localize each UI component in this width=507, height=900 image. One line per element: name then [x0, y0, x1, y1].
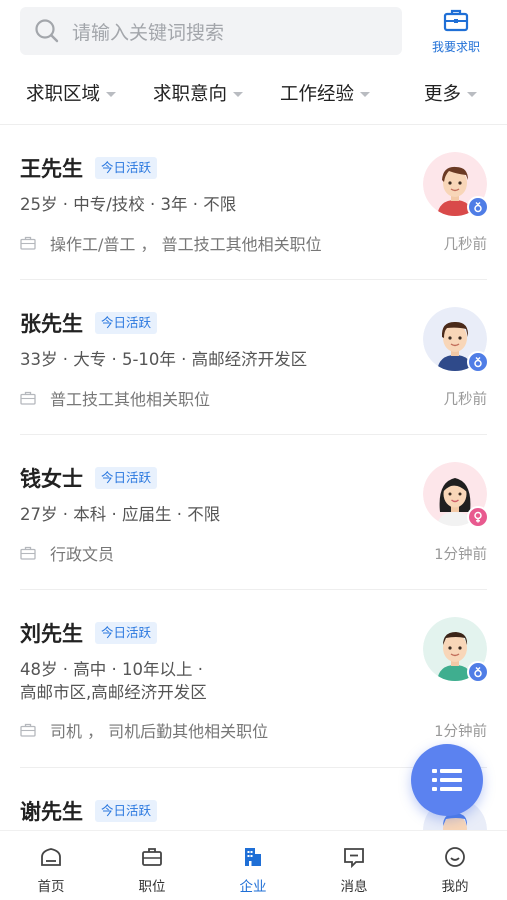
name-row: 张先生 今日活跃 [20, 308, 158, 338]
active-badge: 今日活跃 [95, 622, 158, 644]
name-row: 王先生 今日活跃 [20, 153, 158, 183]
tab-messages[interactable]: 消息 [314, 845, 394, 895]
briefcase-icon [142, 848, 162, 866]
filter-intention[interactable]: 求职意向 [153, 80, 244, 106]
name-row: 钱女士 今日活跃 [20, 463, 158, 493]
post-job-button[interactable]: 我要求职 [424, 8, 488, 58]
active-badge: 今日活跃 [95, 157, 158, 179]
briefcase-icon [20, 546, 36, 560]
avatar [423, 617, 489, 683]
male-icon [467, 351, 489, 373]
job-title: 普工技工其他相关职位 [50, 390, 211, 409]
candidate-name: 刘先生 [20, 622, 83, 646]
job-title: 司机 ， 司机后勤其他相关职位 [50, 722, 269, 741]
last-active-time: 1分钟前 [434, 547, 487, 563]
top-bar: 请输入关键词搜索 我要求职 [0, 0, 507, 64]
briefcase-icon [20, 723, 36, 737]
search-input[interactable]: 请输入关键词搜索 [20, 7, 402, 55]
search-placeholder: 请输入关键词搜索 [72, 21, 225, 44]
tab-label: 职位 [138, 879, 166, 895]
tab-label: 消息 [340, 879, 368, 895]
tab-home[interactable]: 首页 [11, 845, 91, 895]
briefcase-icon [443, 9, 469, 32]
candidate-name: 钱女士 [20, 467, 83, 491]
home-icon [41, 848, 61, 866]
candidate-card[interactable]: 钱女士 今日活跃 27岁 · 本科 · 应届生 · 不限 行政文员 1分钟前 [0, 435, 507, 590]
tab-label: 首页 [37, 879, 65, 895]
name-row: 谢先生 今日活跃 [20, 796, 158, 826]
job-title: 行政文员 [50, 545, 115, 564]
active-badge: 今日活跃 [95, 800, 158, 822]
search-icon [35, 19, 59, 43]
job-row: 行政文员 [20, 541, 114, 565]
filter-experience[interactable]: 工作经验 [280, 80, 371, 106]
candidate-meta: 25岁 · 中专/技校 · 3年 · 不限 [20, 195, 237, 214]
candidate-card[interactable]: 刘先生 今日活跃 48岁 · 高中 · 10年以上 · 高邮市区,高邮经济开发区… [0, 590, 507, 768]
message-icon [344, 848, 364, 869]
name-row: 刘先生 今日活跃 [20, 618, 158, 648]
post-job-label: 我要求职 [431, 40, 480, 54]
filter-label: 求职区域 [26, 84, 101, 105]
job-row: 操作工/普工 ， 普工技工其他相关职位 [20, 231, 322, 255]
job-title: 操作工/普工 ， 普工技工其他相关职位 [50, 235, 322, 254]
active-badge: 今日活跃 [95, 312, 158, 334]
male-icon [467, 661, 489, 683]
last-active-time: 1分钟前 [434, 724, 487, 740]
filter-bar: 求职区域 求职意向 工作经验 更多 [0, 72, 507, 116]
tab-jobs[interactable]: 职位 [112, 845, 192, 895]
filter-label: 更多 [424, 84, 462, 105]
candidate-name: 谢先生 [20, 800, 83, 824]
candidate-card[interactable]: 王先生 今日活跃 25岁 · 中专/技校 · 3年 · 不限 操作工/普工 ， … [0, 125, 507, 280]
briefcase-icon [20, 391, 36, 405]
male-icon [467, 196, 489, 218]
filter-region[interactable]: 求职区域 [26, 80, 117, 106]
candidate-meta: 48岁 · 高中 · 10年以上 · [20, 660, 203, 679]
building-icon [245, 848, 261, 866]
avatar [423, 462, 489, 528]
list-icon [432, 769, 462, 791]
tab-profile[interactable]: 我的 [415, 845, 495, 895]
profile-icon [445, 847, 465, 867]
avatar [423, 307, 489, 373]
candidate-name: 王先生 [20, 157, 83, 181]
caret-down-icon [360, 91, 371, 97]
caret-down-icon [233, 91, 244, 97]
job-row: 普工技工其他相关职位 [20, 386, 210, 410]
tab-label: 企业 [239, 879, 267, 895]
job-row: 司机 ， 司机后勤其他相关职位 [20, 718, 268, 742]
last-active-time: 几秒前 [443, 237, 488, 253]
tab-label: 我的 [441, 879, 469, 895]
active-badge: 今日活跃 [95, 467, 158, 489]
caret-down-icon [106, 91, 117, 97]
caret-down-icon [467, 91, 478, 97]
last-active-time: 几秒前 [443, 392, 488, 408]
candidate-meta: 33岁 · 大专 · 5-10年 · 高邮经济开发区 [20, 350, 308, 369]
candidate-name: 张先生 [20, 312, 83, 336]
list-menu-button[interactable] [411, 744, 483, 816]
candidate-location: 高邮市区,高邮经济开发区 [20, 683, 207, 702]
avatar [423, 152, 489, 218]
briefcase-icon [20, 236, 36, 250]
candidate-card[interactable]: 张先生 今日活跃 33岁 · 大专 · 5-10年 · 高邮经济开发区 普工技工… [0, 280, 507, 435]
filter-label: 求职意向 [153, 84, 228, 105]
tab-company[interactable]: 企业 [213, 845, 293, 895]
filter-more[interactable]: 更多 [424, 80, 478, 106]
filter-label: 工作经验 [280, 84, 355, 105]
female-icon [467, 506, 489, 528]
bottom-tab-bar: 首页 职位 企业 消息 我的 [0, 830, 507, 900]
candidate-meta: 27岁 · 本科 · 应届生 · 不限 [20, 505, 221, 524]
